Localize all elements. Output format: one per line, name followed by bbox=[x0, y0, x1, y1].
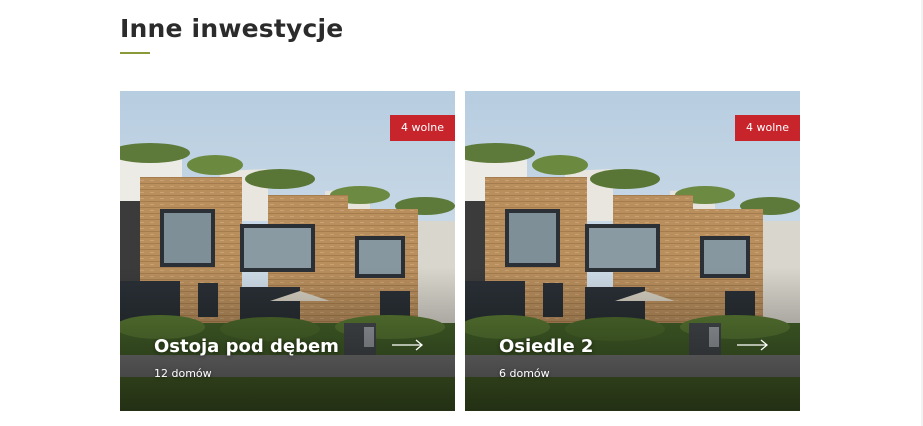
house-count: 12 domów bbox=[154, 367, 212, 380]
card-title: Ostoja pod dębem bbox=[154, 336, 339, 357]
arrow-right-icon[interactable] bbox=[737, 338, 769, 352]
card-title: Osiedle 2 bbox=[499, 336, 594, 357]
investment-card-osiedle-2[interactable]: 4 wolne Osiedle 2 6 domów bbox=[465, 91, 800, 411]
availability-badge: 4 wolne bbox=[735, 115, 800, 141]
section-title: Inne inwestycje bbox=[120, 14, 344, 43]
title-underline bbox=[120, 52, 150, 54]
investment-card-ostoja[interactable]: 4 wolne Ostoja pod dębem 12 domów bbox=[120, 91, 455, 411]
house-count: 6 domów bbox=[499, 367, 550, 380]
availability-badge: 4 wolne bbox=[390, 115, 455, 141]
arrow-right-icon[interactable] bbox=[392, 338, 424, 352]
